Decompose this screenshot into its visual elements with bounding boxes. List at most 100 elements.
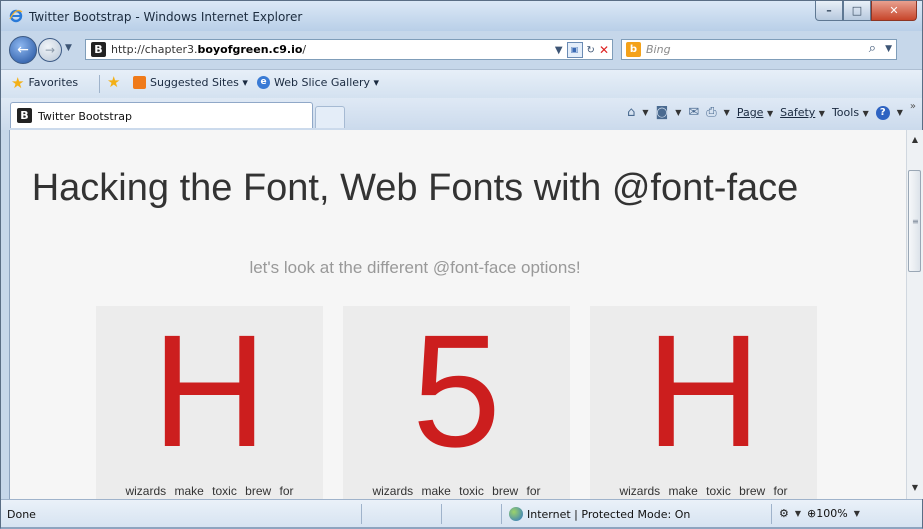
zoom-dropdown-icon[interactable]: ▼: [854, 509, 860, 518]
feeds-icon[interactable]: ◙: [656, 105, 669, 120]
url-text[interactable]: http://chapter3.boyofgreen.c9.io/: [111, 43, 306, 56]
print-dropdown-icon[interactable]: ▼: [724, 108, 730, 117]
scroll-down-arrow-icon[interactable]: ▼: [907, 480, 923, 496]
help-icon[interactable]: ?: [875, 105, 890, 120]
safety-menu-label: Safety: [780, 106, 816, 119]
recent-pages-dropdown-icon[interactable]: ▼: [65, 43, 72, 53]
page-menu[interactable]: Page ▼: [737, 106, 773, 119]
favorites-button[interactable]: ★ Favorites: [11, 73, 79, 92]
font-sample-glyph-2: 5: [412, 301, 501, 480]
stop-icon[interactable]: ✕: [599, 43, 609, 57]
back-button[interactable]: ←: [9, 36, 37, 64]
favorites-divider: [99, 75, 100, 93]
page-heading: Hacking the Font, Web Fonts with @font-f…: [31, 167, 799, 209]
address-bar-icons: ▼ ▣ ↻ ✕: [555, 41, 609, 59]
favorites-star-icon: ★: [11, 73, 25, 92]
bing-logo-icon: b: [626, 42, 641, 57]
tab-title: Twitter Bootstrap: [38, 110, 132, 123]
status-divider: [771, 504, 772, 524]
font-sample-glyph-1: H: [151, 301, 268, 480]
favorites-label: Favorites: [28, 76, 79, 89]
font-card-1: H wizards make toxic brew for: [96, 306, 323, 499]
scrollbar-thumb[interactable]: ≡: [908, 170, 921, 272]
url-suffix: /: [302, 43, 307, 56]
tab-row: B Twitter Bootstrap ⌂ ▼ ◙ ▼ ✉ ⎙ ▼ Page ▼…: [1, 98, 922, 130]
suggested-sites-label: Suggested Sites ▾: [150, 76, 248, 89]
search-options-dropdown-icon[interactable]: ▼: [885, 44, 892, 54]
browser-window: Twitter Bootstrap - Windows Internet Exp…: [0, 0, 923, 529]
suggested-sites-icon: [133, 76, 146, 89]
close-window-button[interactable]: ✕: [871, 1, 917, 21]
search-icon[interactable]: ⌕: [869, 41, 876, 56]
suggested-sites-link[interactable]: Suggested Sites ▾: [133, 76, 248, 89]
status-divider: [501, 504, 502, 524]
status-text: Done: [7, 508, 36, 521]
back-arrow-icon: ←: [17, 42, 29, 58]
forward-arrow-icon: →: [44, 43, 56, 57]
address-dropdown-icon[interactable]: ▼: [555, 45, 563, 56]
help-dropdown-icon[interactable]: ▼: [897, 108, 903, 117]
new-tab-button[interactable]: [315, 106, 345, 128]
vertical-scrollbar[interactable]: ▲ ≡ ▼: [906, 130, 923, 499]
url-prefix: http://chapter3.: [111, 43, 198, 56]
command-bar: ⌂ ▼ ◙ ▼ ✉ ⎙ ▼ Page ▼ Safety ▼ Tools ▼ ? …: [627, 101, 916, 120]
print-icon[interactable]: ⎙: [706, 105, 716, 120]
tools-menu[interactable]: Tools ▼: [832, 106, 869, 119]
font-card-3: H wizards make toxic brew for: [590, 306, 817, 499]
minimize-button[interactable]: –: [815, 1, 843, 21]
protected-mode-dropdown-icon[interactable]: ▼: [795, 509, 801, 518]
window-controls: – □ ✕: [815, 1, 917, 21]
page-menu-label: Page: [736, 106, 764, 119]
address-bar[interactable]: B http://chapter3.boyofgreen.c9.io/ ▼ ▣ …: [85, 39, 613, 60]
search-box[interactable]: b Bing ⌕ ▼: [621, 39, 897, 60]
title-bar: Twitter Bootstrap - Windows Internet Exp…: [1, 1, 922, 31]
ie-logo-icon: [9, 9, 23, 23]
search-input[interactable]: Bing: [646, 43, 671, 56]
status-divider: [361, 504, 362, 524]
page-menu-dropdown-icon: ▼: [766, 109, 774, 118]
compatibility-view-icon[interactable]: ▣: [566, 42, 583, 58]
tools-menu-label: Tools: [831, 106, 860, 119]
internet-globe-icon: [509, 507, 523, 521]
safety-menu-dropdown-icon: ▼: [818, 109, 825, 118]
web-slice-ie-icon: e: [257, 76, 270, 89]
scroll-up-arrow-icon[interactable]: ▲: [907, 132, 923, 148]
url-domain: boyofgreen.c9.io: [197, 43, 303, 56]
status-bar: Done Internet | Protected Mode: On ⚙ ▼ ⊕…: [1, 499, 922, 528]
forward-button[interactable]: →: [38, 38, 62, 62]
favorites-bar: ★ Favorites ★ Suggested Sites ▾ e Web Sl…: [1, 69, 922, 99]
zoom-level: 100%: [816, 507, 848, 520]
home-dropdown-icon[interactable]: ▼: [642, 108, 648, 117]
feeds-dropdown-icon[interactable]: ▼: [675, 108, 681, 117]
tab-twitter-bootstrap[interactable]: B Twitter Bootstrap: [10, 102, 313, 128]
font-sample-text-3: wizards make toxic brew for: [619, 484, 788, 498]
tab-favicon-icon: B: [17, 108, 32, 123]
security-zone-label: Internet | Protected Mode: On: [527, 507, 691, 521]
status-divider: [441, 504, 442, 524]
safety-menu[interactable]: Safety ▼: [780, 106, 825, 119]
zoom-icon: ⊕: [807, 507, 817, 520]
font-sample-glyph-3: H: [645, 301, 762, 480]
add-to-favorites-bar-button[interactable]: ★: [107, 75, 120, 90]
web-slice-gallery-label: Web Slice Gallery ▾: [274, 76, 380, 89]
read-mail-icon[interactable]: ✉: [688, 105, 699, 120]
site-favicon-icon: B: [91, 42, 106, 57]
address-row: ← → ▼ B http://chapter3.boyofgreen.c9.io…: [1, 31, 922, 69]
refresh-icon[interactable]: ↻: [587, 45, 595, 56]
protected-mode-icon[interactable]: ⚙: [779, 507, 789, 520]
scrollbar-grip-icon: ≡: [912, 217, 919, 226]
maximize-button[interactable]: □: [843, 1, 871, 21]
font-card-2: 5 wizards make toxic brew for: [343, 306, 570, 499]
home-icon[interactable]: ⌂: [627, 105, 635, 120]
web-slice-gallery-link[interactable]: e Web Slice Gallery ▾: [257, 76, 379, 89]
font-sample-text-1: wizards make toxic brew for: [125, 484, 294, 498]
window-title: Twitter Bootstrap - Windows Internet Exp…: [29, 10, 303, 24]
status-right-tools: ⚙ ▼ ⊕100% ▼: [779, 507, 860, 520]
more-commands-chevron-icon[interactable]: »: [910, 101, 916, 112]
page-subheading: let's look at the different @font-face o…: [249, 258, 581, 277]
tools-menu-dropdown-icon: ▼: [862, 109, 869, 118]
page-viewport: Hacking the Font, Web Fonts with @font-f…: [9, 130, 907, 499]
security-zone[interactable]: Internet | Protected Mode: On: [509, 507, 690, 521]
zoom-control[interactable]: ⊕100%: [807, 507, 848, 520]
font-sample-text-2: wizards make toxic brew for: [372, 484, 541, 498]
